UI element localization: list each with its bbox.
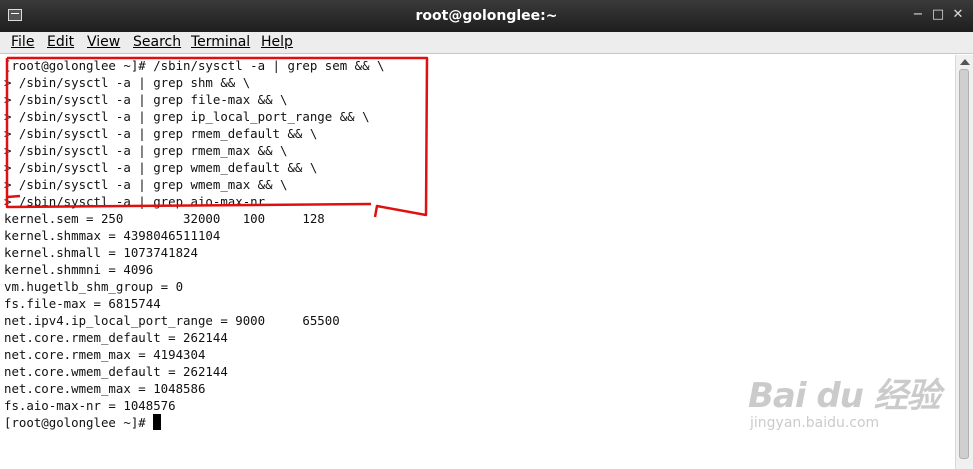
terminal-line: net.ipv4.ip_local_port_range = 9000 6550…	[4, 313, 340, 328]
terminal-line: kernel.shmmni = 4096	[4, 262, 154, 277]
vertical-scrollbar[interactable]	[955, 55, 973, 469]
menu-edit[interactable]: Edit	[47, 34, 74, 50]
maximize-button[interactable]: □	[930, 7, 946, 23]
scroll-thumb[interactable]	[959, 69, 969, 459]
menu-search[interactable]: Search	[133, 34, 181, 50]
menubar: File Edit View Search Terminal Help	[0, 32, 973, 54]
terminal-line: > /sbin/sysctl -a | grep ip_local_port_r…	[4, 109, 370, 124]
terminal-line: > /sbin/sysctl -a | grep aio-max-nr	[4, 194, 266, 209]
terminal-line: > /sbin/sysctl -a | grep wmem_default &&…	[4, 160, 318, 175]
watermark-url: jingyan.baidu.com	[750, 415, 880, 431]
menu-file-label: File	[11, 34, 35, 50]
text-cursor	[153, 414, 162, 430]
terminal-line: > /sbin/sysctl -a | grep wmem_max && \	[4, 177, 288, 192]
terminal-line: kernel.shmmax = 4398046511104	[4, 228, 221, 243]
terminal-line: kernel.sem = 250 32000 100 128	[4, 211, 325, 226]
terminal-prompt-line: [root@golonglee ~]#	[4, 414, 162, 431]
menu-edit-label: Edit	[47, 34, 75, 50]
terminal-line: vm.hugetlb_shm_group = 0	[4, 279, 184, 294]
menu-file[interactable]: File	[11, 34, 34, 50]
terminal-line: net.core.wmem_max = 1048586	[4, 381, 206, 396]
terminal-line: kernel.shmall = 1073741824	[4, 245, 198, 260]
minimize-button[interactable]: −	[910, 7, 926, 23]
terminal-line: > /sbin/sysctl -a | grep rmem_max && \	[4, 143, 288, 158]
terminal-line: net.core.wmem_default = 262144	[4, 364, 228, 379]
terminal-line: [root@golonglee ~]# /sbin/sysctl -a | gr…	[4, 58, 385, 73]
menu-view-label: View	[87, 34, 121, 50]
terminal-line: fs.file-max = 6815744	[4, 296, 161, 311]
menu-search-label: Search	[133, 34, 182, 50]
terminal-line: > /sbin/sysctl -a | grep file-max && \	[4, 92, 288, 107]
close-button[interactable]: ✕	[950, 7, 966, 23]
menu-help-label: Help	[261, 34, 293, 50]
terminal-line: > /sbin/sysctl -a | grep rmem_default &&…	[4, 126, 318, 141]
window-title: root@golonglee:~	[415, 8, 558, 24]
baidu-watermark: Bai du 经验 jingyan.baidu.com	[748, 368, 941, 431]
terminal-line: net.core.rmem_default = 262144	[4, 330, 228, 345]
terminal-line: > /sbin/sysctl -a | grep shm && \	[4, 75, 251, 90]
terminal-prompt: [root@golonglee ~]#	[4, 415, 154, 430]
menu-view[interactable]: View	[87, 34, 120, 50]
menu-terminal-label: Terminal	[191, 34, 251, 50]
watermark-logo: Bai du 经验	[748, 376, 941, 416]
menu-help[interactable]: Help	[261, 34, 293, 50]
scroll-up-arrow-icon[interactable]	[960, 59, 970, 65]
window-titlebar[interactable]: root@golonglee:~ − □ ✕	[0, 0, 973, 32]
terminal-line: net.core.rmem_max = 4194304	[4, 347, 206, 362]
menu-terminal[interactable]: Terminal	[191, 34, 250, 50]
terminal-line: fs.aio-max-nr = 1048576	[4, 398, 176, 413]
